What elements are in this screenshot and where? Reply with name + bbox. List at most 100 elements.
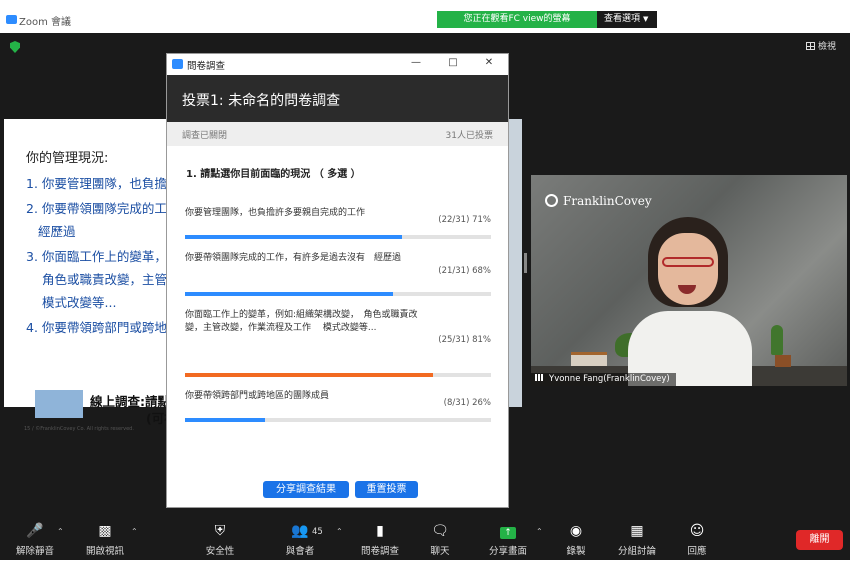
breakout-rooms-label: 分組討論 xyxy=(617,546,656,557)
poll-option-text: 你要帶領團隊完成的工作，有許多是過去沒有 經歷過 xyxy=(185,253,402,263)
poll-status: 調查已關閉 xyxy=(182,131,228,141)
encryption-shield-icon[interactable] xyxy=(10,41,20,53)
slide-edge xyxy=(507,119,522,407)
chat-label: 聊天 xyxy=(430,546,450,557)
poll-option-stat: (21/31) 68% xyxy=(438,266,491,276)
breakout-grid-icon: ▦ xyxy=(630,523,644,539)
slide-item: 4. 你要帶領跨部門或跨地 xyxy=(26,320,167,335)
grid-icon xyxy=(806,42,815,50)
logo-text: FranklinCovey xyxy=(563,194,652,208)
poll-window-titlebar: 問卷調查 — □ ✕ xyxy=(167,54,508,75)
maximize-icon[interactable]: □ xyxy=(446,57,460,68)
chevron-up-icon[interactable]: ⌃ xyxy=(536,527,543,536)
view-options-button[interactable]: 查看選項 ▼ xyxy=(597,11,657,28)
participants-label: 與會者 xyxy=(285,546,315,557)
poll-dialog: 問卷調查 — □ ✕ 投票1: 未命名的問卷調查 調查已關閉 31人已投票 1.… xyxy=(167,54,508,507)
slide-item: 角色或職責改變，主管 xyxy=(42,272,168,287)
share-screen-label: 分享畫面 xyxy=(488,546,527,557)
slide-heading: 你的管理現況: xyxy=(26,151,109,166)
start-video-button[interactable]: ▩ 開啟視訊 ⌃ xyxy=(77,523,138,557)
chat-bubble-icon: 🗨 xyxy=(431,523,449,539)
participant-video-tile[interactable]: FranklinCovey Yvonne Fang(FranklinCovey) xyxy=(531,175,847,386)
chevron-up-icon[interactable]: ⌃ xyxy=(57,527,64,536)
poll-option-stat: (22/31) 71% xyxy=(438,215,491,225)
poll-option-bar-track xyxy=(185,418,491,422)
franklincovey-logo: FranklinCovey xyxy=(545,194,652,208)
meeting-toolbar: 🎤 解除靜音 ⌃ ▩ 開啟視訊 ⌃ ⛨ 安全性 👥 45 與會者 ⌃ ▮ 問卷調… xyxy=(0,520,850,560)
polls-button[interactable]: ▮ 問卷調查 xyxy=(352,523,408,557)
slide-item: 1. 你要管理團隊，也負擔 xyxy=(26,176,167,191)
security-label: 安全性 xyxy=(205,546,235,557)
participant-name-bar: Yvonne Fang(FranklinCovey) xyxy=(531,373,676,386)
slide-item: 2. 你要帶領團隊完成的工 xyxy=(26,201,167,216)
slide-illustration xyxy=(35,390,83,418)
poll-option-bar-track xyxy=(185,292,491,296)
slide-item: 3. 你面臨工作上的變革， xyxy=(26,249,167,264)
title-bar: Zoom 會議 您正在觀看FC view的螢幕 查看選項 ▼ xyxy=(0,10,850,32)
relaunch-poll-button[interactable]: 重置投票 xyxy=(355,481,418,498)
poll-status-bar: 調查已關閉 31人已投票 xyxy=(167,122,508,146)
leave-meeting-button[interactable]: 離開 xyxy=(796,530,843,550)
zoom-window: Zoom 會議 您正在觀看FC view的螢幕 查看選項 ▼ 檢視 你的管理現況:… xyxy=(0,0,850,570)
unmute-button[interactable]: 🎤 解除靜音 ⌃ xyxy=(7,523,64,557)
pot-image xyxy=(775,355,791,367)
zoom-logo-icon xyxy=(6,15,17,24)
app-title: Zoom 會議 xyxy=(19,17,72,28)
reactions-button[interactable]: ☺ 回應 xyxy=(669,523,725,557)
share-screen-icon: ↑ xyxy=(480,523,536,540)
record-icon: ◉ xyxy=(569,523,583,539)
share-screen-button[interactable]: ↑ 分享畫面 ⌃ xyxy=(480,523,543,557)
signal-icon xyxy=(535,374,545,381)
viewing-screen-banner: 您正在觀看FC view的螢幕 xyxy=(437,11,597,28)
chevron-up-icon[interactable]: ⌃ xyxy=(336,527,343,536)
split-resize-handle[interactable] xyxy=(524,253,527,273)
security-button[interactable]: ⛨ 安全性 xyxy=(192,523,248,557)
shield-icon: ⛨ xyxy=(214,523,226,539)
poll-option-stat: (8/31) 26% xyxy=(443,398,491,408)
poll-title: 投票1: 未命名的問卷調查 xyxy=(182,93,341,109)
slide-item: 經歷過 xyxy=(38,224,76,239)
chat-button[interactable]: 🗨 聊天 xyxy=(412,523,468,557)
slide-item: 模式改變等... xyxy=(42,295,117,310)
record-label: 錄製 xyxy=(566,546,586,557)
smiley-icon: ☺ xyxy=(689,523,705,539)
participant-name: Yvonne Fang(FranklinCovey) xyxy=(549,374,670,384)
close-icon[interactable]: ✕ xyxy=(482,57,496,68)
record-button[interactable]: ◉ 錄製 xyxy=(548,523,604,557)
poll-option-bar xyxy=(185,373,433,377)
poll-option-text: 你要帶領跨部門或跨地區的團隊成員 xyxy=(185,391,330,401)
poll-option-bar xyxy=(185,292,394,296)
participants-button[interactable]: 👥 45 與會者 ⌃ xyxy=(272,523,343,557)
slide-page-note: 15 / ©FranklinCovey Co. All rights reser… xyxy=(24,426,134,432)
participants-count: 45 xyxy=(312,527,323,537)
poll-question: 1. 請點選你目前面臨的現況 （ 多選 ） xyxy=(186,169,361,180)
share-results-button[interactable]: 分享調查結果 xyxy=(263,481,349,498)
poll-option-text: 你面臨工作上的變革，例如:組織架構改變， 角色或職責改變，主管改變，作業流程及工… xyxy=(185,310,418,333)
reactions-label: 回應 xyxy=(687,546,707,557)
poll-window-title: 問卷調查 xyxy=(187,61,226,72)
books-image xyxy=(571,352,607,366)
participant-face xyxy=(658,233,718,305)
poll-option-stat: (25/31) 81% xyxy=(438,335,491,345)
poll-header: 投票1: 未命名的問卷調查 xyxy=(167,75,508,122)
minimize-icon[interactable]: — xyxy=(409,57,423,68)
poll-option-text: 你要管理團隊，也負擔許多要親自完成的工作 xyxy=(185,208,366,218)
cactus-image xyxy=(771,325,783,355)
unmute-label: 解除靜音 xyxy=(15,546,54,557)
participant-glasses xyxy=(662,257,714,267)
start-video-label: 開啟視訊 xyxy=(85,546,124,557)
poll-option-bar-track xyxy=(185,235,491,239)
poll-option-bar xyxy=(185,418,265,422)
poll-voter-count: 31人已投票 xyxy=(445,131,493,141)
video-off-icon: ▩ xyxy=(98,523,112,539)
poll-chart-icon: ▮ xyxy=(376,523,384,539)
breakout-rooms-button[interactable]: ▦ 分組討論 xyxy=(609,523,665,557)
chevron-up-icon[interactable]: ⌃ xyxy=(131,527,138,536)
poll-option-bar-track xyxy=(185,373,491,377)
view-button[interactable]: 檢視 xyxy=(806,39,837,52)
muted-microphone-icon: 🎤 xyxy=(26,523,44,539)
view-label: 檢視 xyxy=(818,42,837,52)
view-options-label: 查看選項 xyxy=(604,14,641,24)
logo-mark-icon xyxy=(545,194,558,207)
chevron-down-icon: ▼ xyxy=(643,15,649,23)
